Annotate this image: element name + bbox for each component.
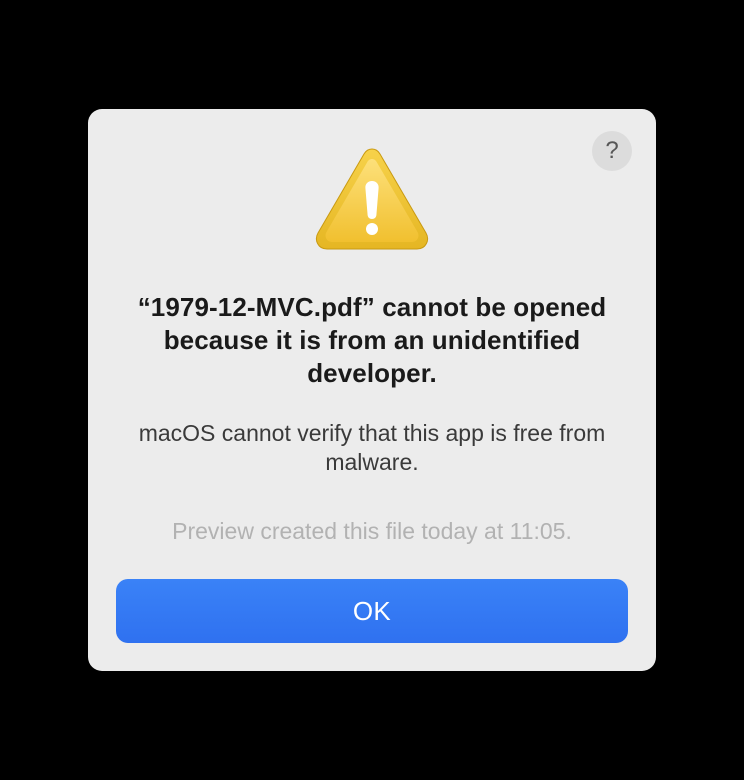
dialog-heading: “1979-12-MVC.pdf” cannot be opened becau…: [126, 291, 618, 391]
warning-icon: [116, 145, 628, 255]
ok-button[interactable]: OK: [116, 579, 628, 643]
dialog-subtext: macOS cannot verify that this app is fre…: [134, 419, 610, 479]
dialog-provenance: Preview created this file today at 11:05…: [116, 518, 628, 545]
help-icon: ?: [605, 137, 618, 165]
gatekeeper-dialog: ? “1979-12-MVC.pdf” cannot: [88, 109, 656, 672]
help-button[interactable]: ?: [592, 131, 632, 171]
